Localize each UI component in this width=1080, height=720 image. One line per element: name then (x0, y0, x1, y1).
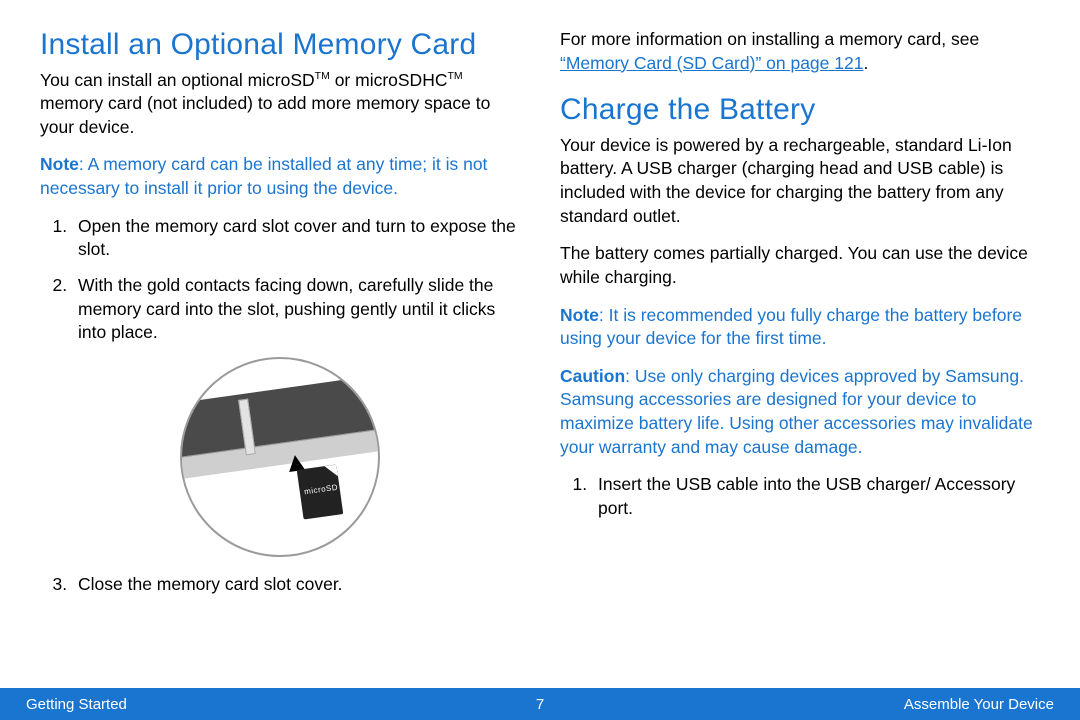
manual-page: Install an Optional Memory Card You can … (0, 0, 1080, 720)
note-text: : A memory card can be installed at any … (40, 154, 487, 198)
install-steps-list-cont: Close the memory card slot cover. (40, 573, 520, 597)
install-steps-list: Open the memory card slot cover and turn… (40, 215, 520, 345)
note-label: Note (560, 305, 599, 325)
page-footer: Getting Started 7 Assemble Your Device (0, 688, 1080, 720)
caution-label: Caution (560, 366, 625, 386)
more-info-a: For more information on installing a mem… (560, 29, 979, 49)
footer-page-number: 7 (0, 696, 1080, 713)
charge-steps-list: Insert the USB cable into the USB charge… (560, 473, 1040, 520)
more-info-b: . (863, 53, 868, 73)
tm-mark: TM (447, 70, 462, 82)
heading-charge-battery: Charge the Battery (560, 93, 1040, 128)
right-column: For more information on installing a mem… (560, 28, 1040, 608)
left-column: Install an Optional Memory Card You can … (40, 28, 520, 608)
install-step-2: With the gold contacts facing down, care… (72, 274, 520, 345)
tm-mark: TM (315, 70, 330, 82)
figure-wrapper: microSD (40, 357, 520, 557)
caution-text: : Use only charging devices approved by … (560, 366, 1033, 457)
charge-step-1: Insert the USB cable into the USB charge… (592, 473, 1040, 520)
intro-paragraph: You can install an optional microSDTM or… (40, 69, 520, 140)
charge-p1: Your device is powered by a rechargeable… (560, 134, 1040, 229)
intro-text-c: memory card (not included) to add more m… (40, 93, 490, 137)
note-label: Note (40, 154, 79, 174)
install-step-1: Open the memory card slot cover and turn… (72, 215, 520, 262)
charge-p2: The battery comes partially charged. You… (560, 242, 1040, 289)
heading-install-memory: Install an Optional Memory Card (40, 28, 520, 63)
note-charge: Note: It is recommended you fully charge… (560, 304, 1040, 351)
caution-charge: Caution: Use only charging devices appro… (560, 365, 1040, 460)
note-memory-card: Note: A memory card can be installed at … (40, 153, 520, 200)
intro-text-a: You can install an optional microSD (40, 70, 315, 90)
install-step-3: Close the memory card slot cover. (72, 573, 520, 597)
two-column-layout: Install an Optional Memory Card You can … (40, 28, 1040, 608)
note-text: : It is recommended you fully charge the… (560, 305, 1022, 349)
more-info-paragraph: For more information on installing a mem… (560, 28, 1040, 75)
memory-card-page-link[interactable]: “Memory Card (SD Card)” on page 121 (560, 53, 863, 73)
memory-card-figure: microSD (180, 357, 380, 557)
intro-text-b: or microSDHC (330, 70, 448, 90)
